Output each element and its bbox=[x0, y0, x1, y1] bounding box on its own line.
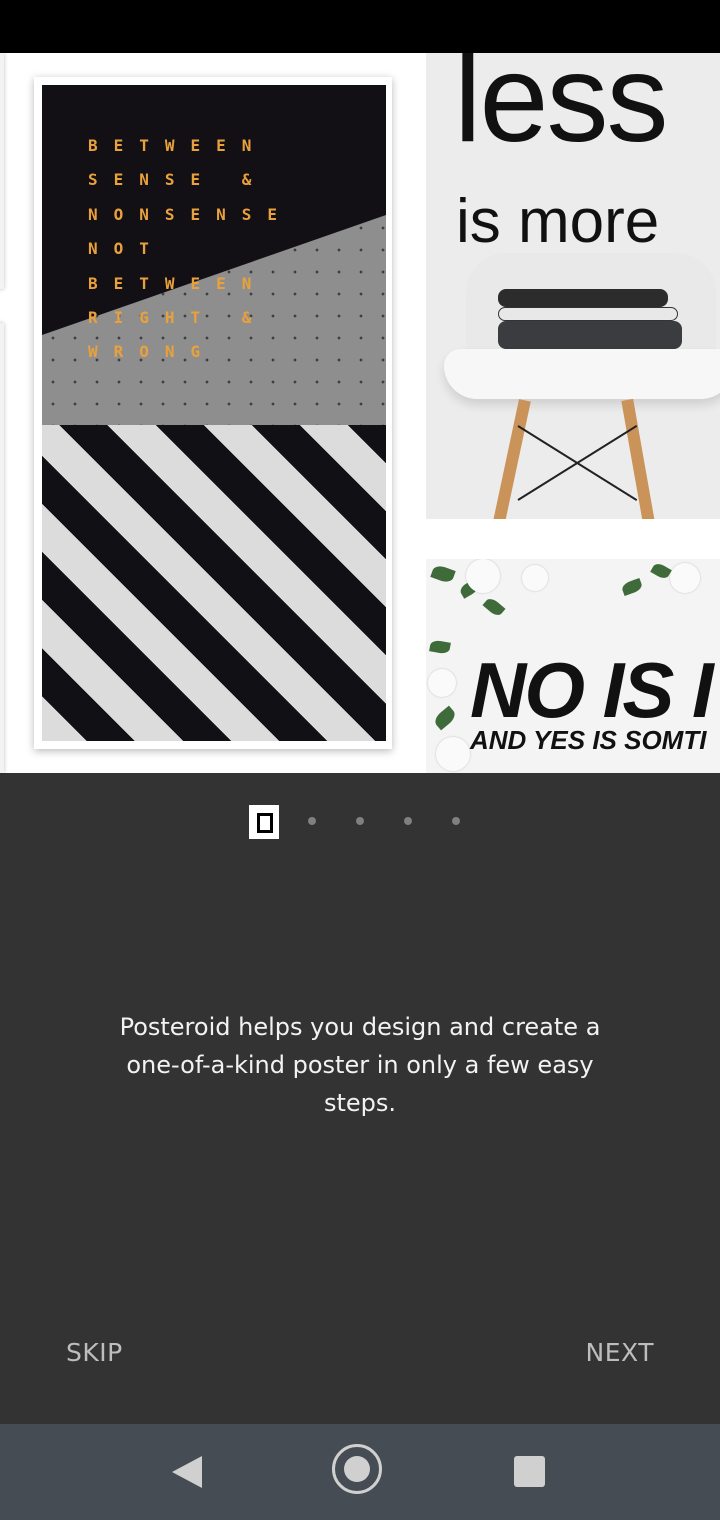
poster-between-sense[interactable]: BETWEEN SENSE & NONSENSE NOT BETWEEN RIG… bbox=[34, 77, 392, 749]
recents-square-icon[interactable] bbox=[514, 1456, 545, 1487]
back-triangle-icon[interactable] bbox=[172, 1456, 202, 1488]
edge-poster bbox=[0, 323, 4, 773]
poster-less-is-more[interactable]: less is more bbox=[426, 53, 720, 519]
page-dot bbox=[452, 817, 460, 825]
chair-seat bbox=[444, 349, 720, 399]
poster-quote: BETWEEN SENSE & NONSENSE NOT BETWEEN RIG… bbox=[88, 136, 294, 362]
poster-subline: AND YES IS SOMTI bbox=[470, 725, 707, 755]
poster-image: BETWEEN SENSE & NONSENSE NOT BETWEEN RIG… bbox=[42, 85, 386, 741]
page-dot-active bbox=[249, 805, 279, 839]
chair-leg bbox=[621, 398, 655, 519]
skip-button[interactable]: SKIP bbox=[66, 1338, 123, 1367]
page-dot bbox=[356, 817, 364, 825]
status-bar bbox=[0, 0, 720, 53]
chair-leg bbox=[493, 399, 531, 519]
page-dot bbox=[308, 817, 316, 825]
flower bbox=[436, 737, 470, 771]
poster-word-small: is more bbox=[456, 187, 660, 256]
home-circle-icon[interactable] bbox=[332, 1444, 382, 1494]
edge-poster bbox=[0, 53, 4, 289]
next-button[interactable]: NEXT bbox=[586, 1338, 654, 1367]
striped-floor bbox=[42, 425, 386, 741]
poster-word-large: less bbox=[454, 53, 669, 168]
flower bbox=[466, 559, 500, 593]
system-nav-bar bbox=[0, 1424, 720, 1520]
poster-gallery[interactable]: BETWEEN SENSE & NONSENSE NOT BETWEEN RIG… bbox=[0, 53, 720, 773]
flower bbox=[428, 669, 456, 697]
poster-no-is[interactable]: NO IS I AND YES IS SOMTI bbox=[426, 559, 720, 773]
page-dot bbox=[404, 817, 412, 825]
flower bbox=[670, 563, 700, 593]
onboarding-description: Posteroid helps you design and create a … bbox=[119, 1013, 601, 1117]
flower bbox=[522, 565, 548, 591]
poster-headline: NO IS I bbox=[470, 646, 714, 734]
